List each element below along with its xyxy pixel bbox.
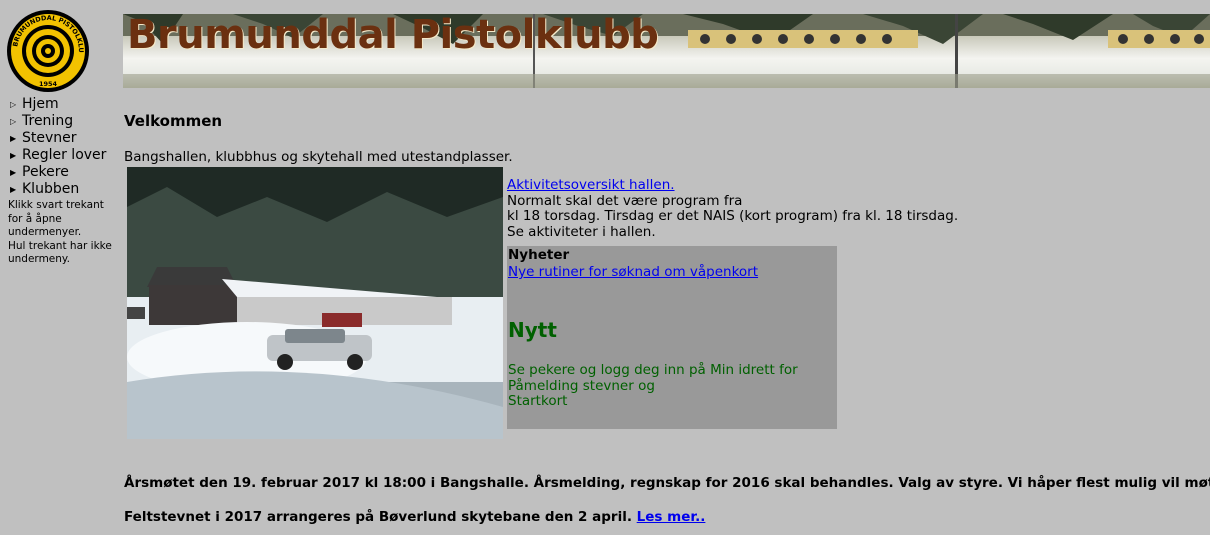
nav-item-pekere[interactable]: ▶ Pekere: [8, 164, 120, 181]
solid-triangle-icon[interactable]: ▶: [10, 164, 22, 181]
solid-triangle-icon[interactable]: ▶: [10, 130, 22, 147]
nav-item-label: Trening: [22, 113, 74, 129]
news-heading: Nyheter: [508, 247, 570, 263]
news-weapon-card-link[interactable]: Nye rutiner for søknad om våpenkort: [508, 264, 758, 280]
field-competition-notice: Feltstevnet i 2017 arrangeres på Bøverlu…: [124, 509, 706, 525]
logo-year: 1954: [39, 80, 58, 88]
intro-text: Bangshallen, klubbhus og skytehall med u…: [124, 149, 513, 165]
nav-help-text: Klikk svart trekant for å åpne undermeny…: [8, 199, 112, 265]
hollow-triangle-icon: ▷: [10, 100, 17, 109]
hollow-triangle-icon: ▷: [10, 117, 17, 126]
news-box: Nyheter Nye rutiner for søknad om våpenk…: [507, 246, 837, 429]
site-title: Brumunddal Pistolklubb: [127, 14, 659, 58]
nytt-text: Se pekere og logg deg inn på Min idrett …: [508, 362, 798, 409]
activity-info: Aktivitetsoversikt hallen. Normalt skal …: [507, 177, 959, 240]
activity-overview-link[interactable]: Aktivitetsoversikt hallen.: [507, 177, 675, 193]
nav-item-klubben[interactable]: ▶ Klubben: [8, 181, 120, 198]
bangshallen-photo: [127, 167, 503, 439]
read-more-link[interactable]: Les mer..: [637, 509, 706, 525]
header-banner: Brumunddal Pistolklubb: [123, 14, 1210, 88]
nav-item-label: Hjem: [22, 96, 59, 112]
sidebar-nav: ▷ Hjem ▷ Trening ▶ Stevner ▶ Regler love…: [8, 96, 120, 267]
nav-item-label: Klubben: [22, 181, 80, 197]
annual-meeting-notice: Årsmøtet den 19. februar 2017 kl 18:00 i…: [124, 475, 1210, 491]
page-title: Velkommen: [124, 112, 223, 130]
nav-item-hjem[interactable]: ▷ Hjem: [8, 96, 120, 113]
club-logo: BRUMUNDDAL PISTOLKLUBB 1954: [3, 2, 91, 94]
nav-item-label: Pekere: [22, 164, 69, 180]
solid-triangle-icon[interactable]: ▶: [10, 181, 22, 198]
nav-item-regler-lover[interactable]: ▶ Regler lover: [8, 147, 120, 164]
nav-item-trening[interactable]: ▷ Trening: [8, 113, 120, 130]
nav-item-label: Regler lover: [22, 147, 107, 163]
solid-triangle-icon[interactable]: ▶: [10, 147, 22, 164]
nytt-heading: Nytt: [508, 318, 557, 342]
nav-item-stevner[interactable]: ▶ Stevner: [8, 130, 120, 147]
nav-item-label: Stevner: [22, 130, 77, 146]
